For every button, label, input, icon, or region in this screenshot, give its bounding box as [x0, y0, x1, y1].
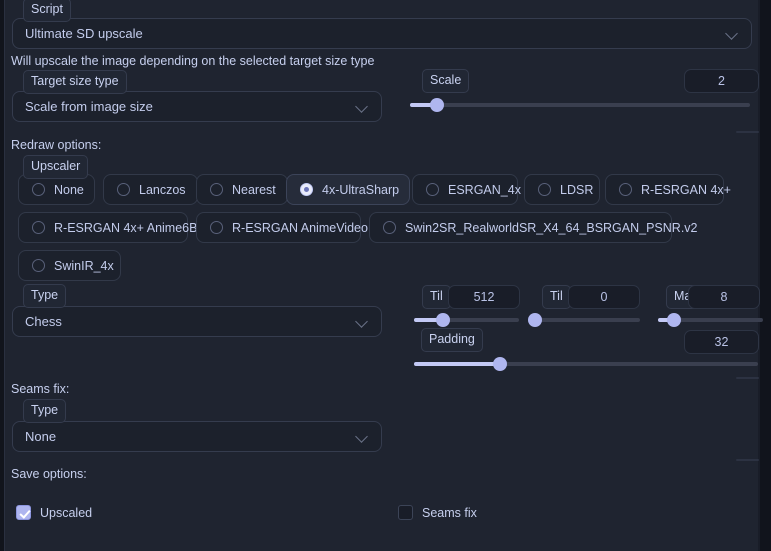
- target-size-type-dropdown[interactable]: Scale from image size: [12, 91, 382, 122]
- radio-icon: [117, 183, 130, 196]
- tile-width-label: Til: [422, 285, 451, 309]
- redraw-options-heading: Redraw options:: [11, 138, 102, 152]
- panel-body: Script Ultimate SD upscale Will upscale …: [4, 0, 763, 551]
- seams-fix-heading: Seams fix:: [11, 382, 70, 396]
- upscaler-option-label: 4x-UltraSharp: [322, 182, 400, 197]
- padding-slider-knob[interactable]: [493, 357, 507, 371]
- radio-icon: [210, 183, 223, 196]
- upscaler-option-nearest[interactable]: Nearest: [196, 174, 288, 205]
- radio-icon: [426, 183, 439, 196]
- mask-blur-slider[interactable]: [658, 313, 763, 327]
- scale-value[interactable]: 2: [684, 69, 759, 93]
- script-label: Script: [23, 0, 71, 22]
- upscaler-option-label: None: [54, 182, 84, 197]
- upscaler-option-label: R-ESRGAN 4x+ Anime6B: [54, 220, 198, 235]
- upscaler-option-label: Nearest: [232, 182, 276, 197]
- upscaler-option-ldsr[interactable]: LDSR: [524, 174, 600, 205]
- save-seams-fix-checkbox-row[interactable]: Seams fix: [398, 505, 477, 520]
- upscaler-option-lanczos[interactable]: Lanczos: [103, 174, 198, 205]
- radio-icon: [32, 221, 45, 234]
- radio-icon: [538, 183, 551, 196]
- script-dropdown[interactable]: Ultimate SD upscale: [12, 18, 752, 49]
- scale-slider-knob[interactable]: [430, 98, 445, 112]
- radio-icon: [383, 221, 396, 234]
- radio-icon: [32, 183, 45, 196]
- right-gutter: [760, 0, 771, 551]
- upscaler-option-swinir-4x[interactable]: SwinIR_4x: [18, 250, 121, 281]
- redraw-type-value: Chess: [25, 314, 62, 329]
- upscaler-option-label: R-ESRGAN AnimeVideo: [232, 220, 368, 235]
- tile-width-value[interactable]: 512: [448, 285, 520, 309]
- checkbox-icon[interactable]: [398, 505, 413, 520]
- target-size-type-label: Target size type: [23, 70, 127, 94]
- upscaler-option-r-esrgan-animevideo[interactable]: R-ESRGAN AnimeVideo: [196, 212, 368, 243]
- upscaler-option-label: Lanczos: [139, 182, 186, 197]
- upscaler-label: Upscaler: [23, 155, 89, 179]
- redraw-type-dropdown[interactable]: Chess: [12, 306, 382, 337]
- radio-icon: [210, 221, 223, 234]
- upscaler-option-4x-ultrasharp[interactable]: 4x-UltraSharp: [286, 174, 410, 205]
- seams-fix-type-dropdown[interactable]: None: [12, 421, 382, 452]
- upscaler-option-esrgan-4x[interactable]: ESRGAN_4x: [412, 174, 521, 205]
- upscaler-option-r-esrgan-4xplus-anime6b[interactable]: R-ESRGAN 4x+ Anime6B: [18, 212, 197, 243]
- divider: [736, 131, 759, 133]
- radio-icon: [619, 183, 632, 196]
- chevron-down-icon: [356, 315, 369, 328]
- seams-fix-type-label: Type: [23, 399, 67, 423]
- upscaler-option-label: SwinIR_4x: [54, 258, 114, 273]
- description-text: Will upscale the image depending on the …: [11, 54, 375, 68]
- save-upscaled-checkbox-row[interactable]: Upscaled: [16, 505, 92, 520]
- upscaler-option-label: ESRGAN_4x: [448, 182, 521, 197]
- upscaler-option-label: LDSR: [560, 182, 594, 197]
- divider: [736, 459, 759, 461]
- chevron-down-icon: [356, 430, 369, 443]
- tile-height-slider[interactable]: [528, 313, 640, 327]
- padding-label: Padding: [421, 328, 483, 352]
- padding-value[interactable]: 32: [684, 330, 759, 354]
- redraw-type-label: Type: [23, 284, 67, 308]
- upscaler-option-label: R-ESRGAN 4x+: [641, 182, 731, 197]
- script-dropdown-value: Ultimate SD upscale: [25, 26, 143, 41]
- upscaler-option-swin2sr[interactable]: Swin2SR_RealworldSR_X4_64_BSRGAN_PSNR.v2: [369, 212, 698, 243]
- target-size-type-value: Scale from image size: [25, 99, 153, 114]
- ultimate-sd-upscale-panel: Script Ultimate SD upscale Will upscale …: [0, 0, 771, 551]
- upscaler-option-r-esrgan-4xplus[interactable]: R-ESRGAN 4x+: [605, 174, 731, 205]
- tile-height-label: Til: [542, 285, 571, 309]
- mask-blur-slider-knob[interactable]: [666, 313, 681, 327]
- radio-icon: [32, 259, 45, 272]
- seams-fix-type-value: None: [25, 429, 57, 444]
- tile-width-slider-knob[interactable]: [436, 313, 451, 327]
- save-options-heading: Save options:: [11, 467, 87, 481]
- scale-slider[interactable]: [410, 98, 750, 112]
- upscaler-option-label: Swin2SR_RealworldSR_X4_64_BSRGAN_PSNR.v2: [405, 220, 698, 235]
- padding-slider-fill: [414, 362, 500, 366]
- upscaler-option-none[interactable]: None: [18, 174, 95, 205]
- chevron-down-icon: [726, 27, 739, 40]
- scale-slider-track: [410, 103, 750, 107]
- chevron-down-icon: [356, 100, 369, 113]
- scale-label: Scale: [422, 69, 470, 93]
- mask-blur-value[interactable]: 8: [688, 285, 760, 309]
- tile-width-slider[interactable]: [414, 313, 519, 327]
- save-upscaled-label: Upscaled: [40, 505, 93, 520]
- tile-height-slider-knob[interactable]: [528, 313, 542, 327]
- padding-slider[interactable]: [414, 357, 758, 371]
- save-seams-fix-label: Seams fix: [422, 505, 477, 520]
- checkbox-icon[interactable]: [16, 505, 31, 520]
- divider: [736, 377, 759, 379]
- tile-height-slider-track: [535, 318, 640, 322]
- radio-icon: [300, 183, 313, 196]
- tile-height-value[interactable]: 0: [568, 285, 640, 309]
